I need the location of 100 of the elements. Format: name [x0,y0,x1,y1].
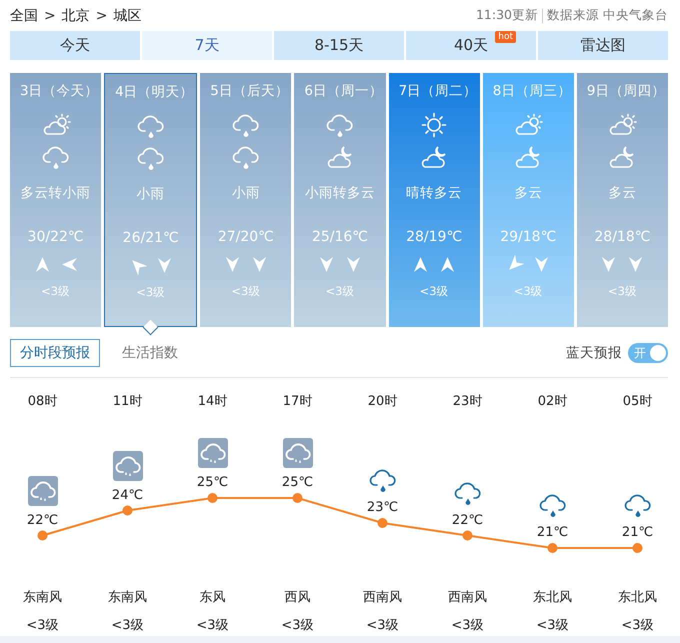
wind-direction: 东北风 [532,589,573,606]
unit-label: ℃ [298,475,314,490]
tab[interactable]: 雷达图 [538,31,668,60]
cloud-sun-icon [513,112,544,138]
wind-level: <3级 [365,617,400,634]
temperature: 28/19℃ [406,229,462,245]
hour-label: 14时 [196,393,228,410]
temperature: 29/18℃ [500,229,556,245]
sub-tab[interactable]: 分时段预报 [10,339,100,367]
rain-cloud-icon [40,144,71,170]
temperature-point [632,543,642,553]
wind-level: <3级 [420,284,449,299]
breadcrumb-link[interactable]: 城区 [113,6,142,24]
day-date: 9日（周四） [586,82,666,100]
wind-direction: 东南风 [22,589,63,606]
temperature-value: 24 [112,488,128,502]
hour-label: 11时 [112,393,144,410]
hour-label: 05时 [622,393,654,410]
temperature: 25/16℃ [312,229,368,245]
temperature-value: 23 [366,500,384,515]
tab[interactable]: 40天 hot [406,31,536,60]
wind-level: <3级 [608,284,637,299]
temperature-value: 22 [26,512,44,528]
unit-label: ℃ [128,488,144,502]
tab[interactable]: 8-15天 [274,31,404,60]
rain-cloud-icon [230,144,261,170]
rain-cloud-icon [230,112,261,138]
wind-level: <3级 [41,284,70,299]
weather-text: 多云 [608,184,636,202]
wind-direction: 东南风 [107,589,148,606]
unit-label: ℃ [638,525,654,540]
hour-label: 23时 [452,393,484,410]
wind-level: <3级 [514,284,543,299]
breadcrumb-link[interactable]: 全国 [10,6,38,24]
hot-badge: hot [495,31,516,43]
rain-cloud-icon [538,492,568,518]
breadcrumb-separator: > [96,8,108,24]
temperature: 30/22℃ [28,229,84,245]
day-date: 6日（周一） [303,82,384,100]
wind-level: <3级 [620,617,655,634]
wind-level: <3级 [110,617,145,634]
tab[interactable]: 7天 [142,31,272,60]
day-card[interactable]: 7日（周二） 晴转多云 28/19℃ <3级 [388,73,480,327]
rain-cloud-icon [368,467,398,493]
hour-label: 08时 [26,393,58,410]
temperature-value: 25 [282,475,298,490]
rain-cloud-icon [452,480,482,506]
hour-label: 17时 [282,393,314,410]
day-date: 8日（周三） [492,82,572,100]
unit-label: ℃ [43,512,58,528]
weather-text: 多云 [514,184,542,202]
tab[interactable]: 今天 [10,31,140,60]
wind-level: <3级 [280,617,315,634]
temperature-point [208,493,218,503]
temperature-point [292,493,302,503]
sub-tab[interactable]: 生活指数 [120,340,180,366]
wind-level: <3级 [25,617,60,634]
rain-cloud-icon [324,112,355,138]
day-date: 4日（明天） [114,83,194,101]
weather-text: 小雨 [232,184,260,202]
day-date: 5日（后天） [209,82,289,100]
temperature-value: 21 [622,525,638,540]
day-date: 3日（今天） [19,82,99,100]
rain-cloud-icon [28,476,58,506]
temperature: 27/20℃ [218,229,274,245]
weather-text: 晴转多云 [406,184,462,202]
toggle-label: 蓝天预报 [566,344,622,362]
wind-direction: 东风 [198,589,226,606]
wind-level: <3级 [326,284,354,299]
temperature: 26/21℃ [122,230,179,246]
weather-text: 小雨转多云 [304,184,375,202]
hour-label: 20时 [366,393,398,410]
weather-text: 多云转小雨 [20,184,91,202]
rain-cloud-icon [622,492,652,518]
temperature-value: 25 [196,475,214,490]
unit-label: ℃ [383,500,398,515]
rain-cloud-icon [282,438,312,468]
cloud-sun-icon [40,112,71,138]
breadcrumb-separator: > [44,8,56,24]
unit-label: ℃ [468,512,484,528]
wind-level: <3级 [231,284,260,299]
temperature-point [548,543,558,553]
wind-level: <3级 [195,617,230,634]
wind-direction: 西南风 [362,589,403,606]
data-source: 数据来源 中央气象台 [547,7,668,24]
temperature: 28/18℃ [594,229,650,245]
update-time: 11:30更新 [476,7,538,24]
temperature-point [38,530,48,540]
unit-label: ℃ [213,475,228,490]
cloud-sun-icon [607,112,638,138]
rain-cloud-icon [112,450,142,480]
wind-level: <3级 [535,617,570,634]
temperature-point [122,506,132,516]
rain-cloud-icon [198,438,228,468]
breadcrumb-link[interactable]: 北京 [62,6,90,24]
rain-cloud-icon [136,113,166,139]
temperature-value: 22 [452,512,468,528]
temperature-point [462,530,472,540]
wind-level: <3级 [136,285,166,300]
wind-level: <3级 [450,617,485,634]
